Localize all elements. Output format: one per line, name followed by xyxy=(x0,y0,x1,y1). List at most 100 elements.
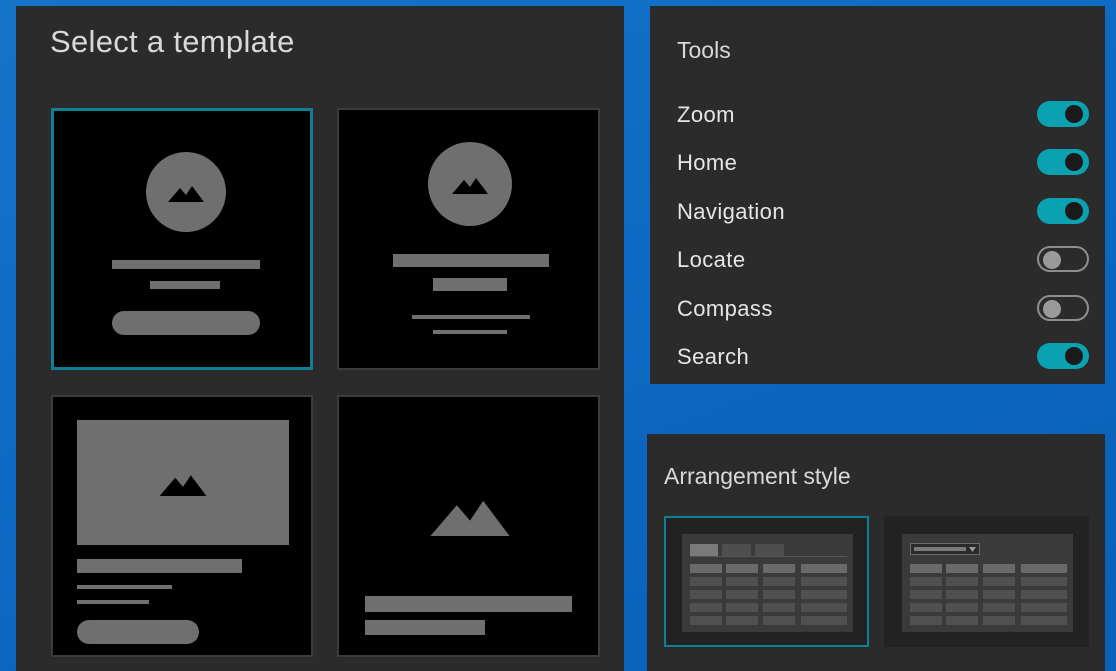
table-cell-placeholder xyxy=(946,603,978,612)
tool-row-zoom: Zoom xyxy=(650,96,1105,136)
text-line-placeholder xyxy=(433,330,507,334)
template-card-bottom-text[interactable] xyxy=(337,395,600,657)
tools-panel-title: Tools xyxy=(677,37,731,63)
table-cell-placeholder xyxy=(763,603,795,612)
title-line-placeholder xyxy=(393,254,549,267)
title-line-placeholder xyxy=(77,559,242,573)
table-cell-placeholder xyxy=(983,603,1015,612)
tools-panel: Tools Zoom Home Navigation Locate Compas… xyxy=(650,6,1105,384)
table-cell-placeholder xyxy=(763,616,795,625)
table-cell-placeholder xyxy=(690,616,722,625)
toggle-knob xyxy=(1043,251,1061,269)
mountain-icon xyxy=(430,500,510,536)
dropdown-placeholder xyxy=(910,543,980,555)
tool-row-search: Search xyxy=(650,338,1105,378)
tool-label: Navigation xyxy=(677,199,785,224)
subtitle-line-placeholder xyxy=(433,278,507,291)
template-card-header-image[interactable] xyxy=(51,395,313,657)
arrangement-option-dropdown[interactable] xyxy=(884,516,1089,647)
table-preview xyxy=(902,534,1073,632)
toggle-knob xyxy=(1065,202,1083,220)
table-cell-placeholder xyxy=(726,603,758,612)
chevron-down-icon xyxy=(969,547,976,552)
image-placeholder xyxy=(77,420,289,545)
table-preview xyxy=(682,534,853,632)
table-cell-placeholder xyxy=(726,564,758,573)
title-line-placeholder xyxy=(365,596,572,612)
toggle-knob xyxy=(1065,153,1083,171)
arrangement-panel-title: Arrangement style xyxy=(664,463,851,489)
table-cell-placeholder xyxy=(1021,577,1067,586)
table-cell-placeholder xyxy=(801,603,847,612)
table-cell-placeholder xyxy=(690,577,722,586)
mountain-icon xyxy=(168,186,204,202)
tab-placeholder xyxy=(690,544,718,556)
table-cell-placeholder xyxy=(983,577,1015,586)
avatar-placeholder xyxy=(146,152,226,232)
compass-toggle[interactable] xyxy=(1037,295,1089,321)
table-cell-placeholder xyxy=(801,564,847,573)
table-cell-placeholder xyxy=(690,564,722,573)
tool-row-compass: Compass xyxy=(650,290,1105,330)
zoom-toggle[interactable] xyxy=(1037,101,1089,127)
toggle-knob xyxy=(1065,347,1083,365)
template-panel: Select a template xyxy=(16,6,624,671)
toggle-knob xyxy=(1043,300,1061,318)
template-card-centered-text[interactable] xyxy=(337,108,600,370)
button-placeholder xyxy=(77,620,199,644)
tool-label: Home xyxy=(677,150,738,175)
table-cell-placeholder xyxy=(910,590,942,599)
table-cell-placeholder xyxy=(946,564,978,573)
arrangement-panel: Arrangement style xyxy=(647,434,1105,671)
table-cell-placeholder xyxy=(801,616,847,625)
toggle-knob xyxy=(1065,105,1083,123)
table-cell-placeholder xyxy=(690,603,722,612)
table-cell-placeholder xyxy=(726,590,758,599)
table-cell-placeholder xyxy=(801,590,847,599)
table-cell-placeholder xyxy=(910,564,942,573)
tab-underline xyxy=(690,556,847,557)
table-cell-placeholder xyxy=(726,577,758,586)
table-cell-placeholder xyxy=(946,616,978,625)
arrangement-option-tabs[interactable] xyxy=(664,516,869,647)
table-cell-placeholder xyxy=(1021,603,1067,612)
dropdown-text-placeholder xyxy=(914,547,966,551)
table-cell-placeholder xyxy=(763,564,795,573)
table-cell-placeholder xyxy=(763,577,795,586)
tool-label: Compass xyxy=(677,296,773,321)
navigation-toggle[interactable] xyxy=(1037,198,1089,224)
avatar-placeholder xyxy=(428,142,512,226)
tool-label: Locate xyxy=(677,247,746,272)
table-cell-placeholder xyxy=(910,577,942,586)
subtitle-line-placeholder xyxy=(150,281,220,289)
table-cell-placeholder xyxy=(726,616,758,625)
button-placeholder xyxy=(112,311,260,335)
table-cell-placeholder xyxy=(910,616,942,625)
table-cell-placeholder xyxy=(1021,590,1067,599)
text-line-placeholder xyxy=(77,600,149,604)
table-cell-placeholder xyxy=(1021,564,1067,573)
tool-row-navigation: Navigation xyxy=(650,193,1105,233)
tool-label: Search xyxy=(677,344,750,369)
subtitle-line-placeholder xyxy=(365,620,485,635)
tab-placeholder xyxy=(755,544,784,556)
text-line-placeholder xyxy=(412,315,530,319)
table-cell-placeholder xyxy=(801,577,847,586)
title-line-placeholder xyxy=(112,260,260,269)
tool-row-locate: Locate xyxy=(650,241,1105,281)
tab-placeholder xyxy=(722,544,751,556)
table-cell-placeholder xyxy=(983,616,1015,625)
template-card-centered-avatar[interactable] xyxy=(51,108,313,370)
locate-toggle[interactable] xyxy=(1037,246,1089,272)
table-cell-placeholder xyxy=(910,603,942,612)
table-cell-placeholder xyxy=(946,577,978,586)
text-line-placeholder xyxy=(77,585,172,589)
template-panel-title: Select a template xyxy=(50,24,295,59)
mountain-icon xyxy=(452,178,488,194)
mountain-icon xyxy=(159,474,207,496)
tool-label: Zoom xyxy=(677,102,735,127)
table-cell-placeholder xyxy=(983,590,1015,599)
table-cell-placeholder xyxy=(983,564,1015,573)
search-toggle[interactable] xyxy=(1037,343,1089,369)
home-toggle[interactable] xyxy=(1037,149,1089,175)
